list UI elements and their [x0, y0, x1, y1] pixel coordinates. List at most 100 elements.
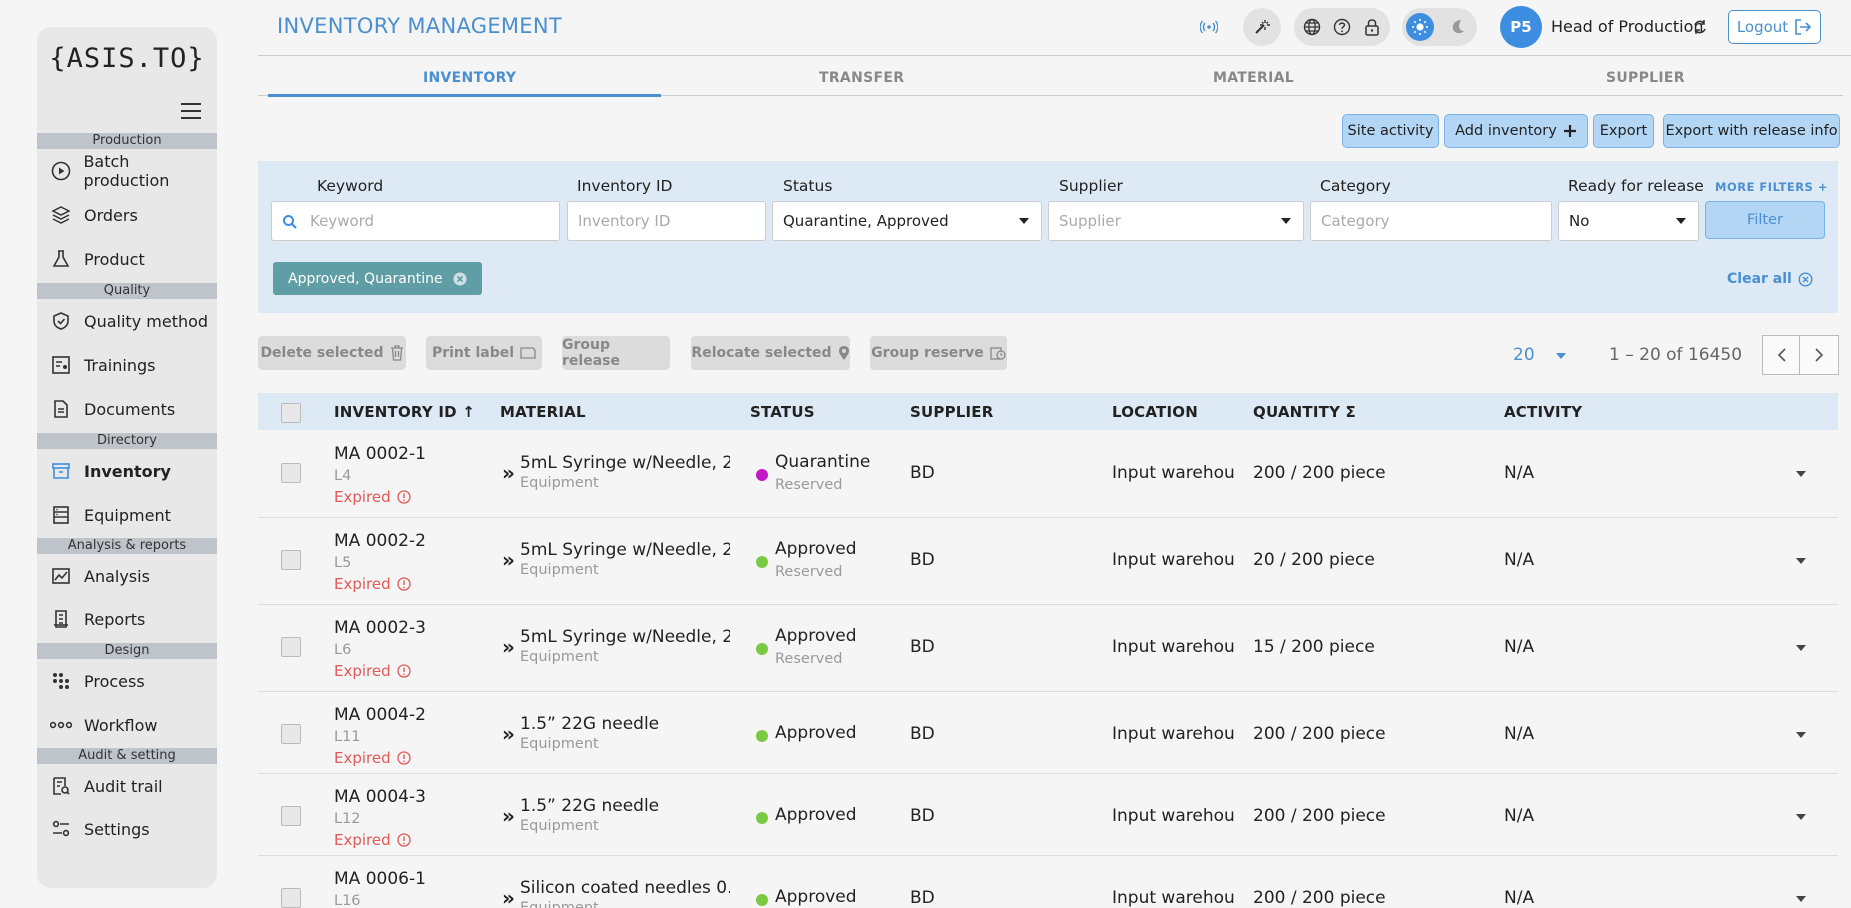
expand-material-icon[interactable]: » [502, 548, 515, 572]
avatar[interactable]: P5 [1500, 6, 1542, 48]
material-name[interactable]: 1.5” 22G needle [520, 714, 730, 734]
logout-button[interactable]: Logout [1728, 10, 1821, 44]
inventory-id[interactable]: MA 0002-2 [334, 531, 426, 551]
column-quantity[interactable]: QUANTITY Σ [1253, 403, 1356, 421]
add-inventory-button[interactable]: Add inventory [1444, 114, 1588, 148]
inventory-id[interactable]: MA 0002-3 [334, 618, 426, 638]
site-activity-button[interactable]: Site activity [1342, 114, 1439, 148]
column-activity[interactable]: ACTIVITY [1504, 403, 1582, 421]
keyword-input[interactable]: Keyword [271, 201, 560, 241]
row-expand-icon[interactable] [1796, 558, 1806, 564]
expand-material-icon[interactable]: » [502, 635, 515, 659]
switch-role-icon[interactable] [1692, 19, 1708, 35]
sidebar-item-documents[interactable]: Documents [37, 391, 217, 427]
clear-all-link[interactable]: Clear all [1727, 271, 1813, 287]
filter-button[interactable]: Filter [1705, 201, 1825, 239]
inventory-id[interactable]: MA 0004-2 [334, 705, 426, 725]
table-row[interactable]: MA 0006-1 L16 » Silicon coated needles 0.6 E… [258, 857, 1838, 908]
column-inventory-id[interactable]: INVENTORY ID ↑ [334, 403, 475, 421]
column-status[interactable]: STATUS [750, 403, 815, 421]
chevron-down-icon[interactable] [1556, 353, 1566, 359]
row-checkbox[interactable] [281, 806, 301, 826]
prev-page-button[interactable] [1762, 335, 1802, 375]
magic-tool-icon[interactable] [1248, 13, 1276, 41]
globe-icon[interactable] [1298, 13, 1326, 41]
inventory-id[interactable]: MA 0004-3 [334, 787, 426, 807]
column-material[interactable]: MATERIAL [500, 403, 586, 421]
expand-material-icon[interactable]: » [502, 886, 515, 908]
material-name[interactable]: 5mL Syringe w/Needle, 20 [520, 627, 730, 647]
tab-transfer[interactable]: TRANSFER [819, 70, 904, 86]
table-row[interactable]: MA 0002-3 L6 Expired » 5mL Syringe w/Needle,… [258, 606, 1838, 692]
tab-material[interactable]: MATERIAL [1213, 70, 1294, 86]
release-select[interactable]: No [1558, 201, 1699, 241]
row-expand-icon[interactable] [1796, 896, 1806, 902]
export-release-button[interactable]: Export with release info [1663, 114, 1840, 148]
sidebar-item-quality-method[interactable]: Quality method [37, 303, 217, 339]
sidebar-item-audit-trail[interactable]: Audit trail [37, 768, 217, 804]
material-name[interactable]: 1.5” 22G needle [520, 796, 730, 816]
sidebar-item-equipment[interactable]: Equipment [37, 497, 217, 533]
active-filter-chip[interactable]: Approved, Quarantine [273, 262, 482, 295]
group-reserve-button[interactable]: Group reserve [870, 336, 1007, 370]
logout-icon [1794, 18, 1812, 36]
print-label-button[interactable]: Print label [426, 336, 542, 370]
column-supplier[interactable]: SUPPLIER [910, 403, 994, 421]
sidebar-item-batch-production[interactable]: Batch production [37, 152, 217, 190]
table-row[interactable]: MA 0002-2 L5 Expired » 5mL Syringe w/Needle,… [258, 519, 1838, 605]
column-location[interactable]: LOCATION [1112, 403, 1198, 421]
lock-icon[interactable] [1358, 13, 1386, 41]
tab-inventory[interactable]: INVENTORY [423, 70, 516, 86]
sidebar-item-inventory[interactable]: Inventory [37, 453, 217, 489]
sidebar-item-analysis[interactable]: Analysis [37, 558, 217, 594]
row-checkbox[interactable] [281, 550, 301, 570]
inventory-id-input[interactable]: Inventory ID [567, 201, 766, 241]
inventory-id[interactable]: MA 0006-1 [334, 869, 426, 889]
user-role[interactable]: Head of Production [1551, 17, 1704, 36]
category-input[interactable]: Category [1310, 201, 1552, 241]
expand-material-icon[interactable]: » [502, 461, 515, 485]
table-row[interactable]: MA 0004-2 L11 Expired » 1.5” 22G needle Equip… [258, 693, 1838, 774]
tab-supplier[interactable]: SUPPLIER [1606, 70, 1685, 86]
sidebar-item-orders[interactable]: Orders [37, 197, 217, 233]
help-icon[interactable] [1328, 13, 1356, 41]
light-theme-icon[interactable] [1406, 13, 1434, 41]
supplier-select[interactable]: Supplier [1048, 201, 1304, 241]
row-expand-icon[interactable] [1796, 645, 1806, 651]
sidebar-item-trainings[interactable]: Trainings [37, 347, 217, 383]
row-expand-icon[interactable] [1796, 732, 1806, 738]
expand-material-icon[interactable]: » [502, 804, 515, 828]
material-name[interactable]: Silicon coated needles 0.6 [520, 878, 730, 898]
table-row[interactable]: MA 0002-1 L4 Expired » 5mL Syringe w/Needle,… [258, 432, 1838, 518]
status-select[interactable]: Quarantine, Approved [772, 201, 1042, 241]
page-size-select[interactable]: 20 [1513, 345, 1535, 365]
sidebar-item-process[interactable]: Process [37, 663, 217, 699]
row-checkbox[interactable] [281, 724, 301, 744]
relocate-selected-button[interactable]: Relocate selected [691, 336, 850, 370]
row-expand-icon[interactable] [1796, 814, 1806, 820]
app-logo[interactable]: {ASIS.TO} [37, 43, 217, 101]
delete-selected-button[interactable]: Delete selected [258, 336, 406, 370]
sidebar-item-workflow[interactable]: Workflow [37, 707, 217, 743]
sidebar-item-settings[interactable]: Settings [37, 811, 217, 847]
hamburger-menu-icon[interactable] [181, 103, 201, 119]
table-row[interactable]: MA 0004-3 L12 Expired » 1.5” 22G needle Equip… [258, 775, 1838, 856]
export-button[interactable]: Export [1593, 114, 1654, 148]
close-icon[interactable] [453, 272, 467, 286]
next-page-button[interactable] [1799, 335, 1839, 375]
inventory-id[interactable]: MA 0002-1 [334, 444, 426, 464]
row-checkbox[interactable] [281, 637, 301, 657]
row-checkbox[interactable] [281, 463, 301, 483]
expand-material-icon[interactable]: » [502, 722, 515, 746]
group-release-button[interactable]: Group release [562, 336, 670, 370]
material-name[interactable]: 5mL Syringe w/Needle, 20 [520, 540, 730, 560]
row-expand-icon[interactable] [1796, 471, 1806, 477]
material-name[interactable]: 5mL Syringe w/Needle, 20 [520, 453, 730, 473]
select-all-checkbox[interactable] [281, 403, 301, 423]
dark-theme-icon[interactable] [1444, 13, 1472, 41]
sidebar-item-reports[interactable]: Reports [37, 601, 217, 637]
broadcast-icon[interactable] [1199, 17, 1219, 37]
sidebar-item-product[interactable]: Product [37, 241, 217, 277]
more-filters-link[interactable]: MORE FILTERS + [1715, 180, 1828, 194]
row-checkbox[interactable] [281, 888, 301, 908]
